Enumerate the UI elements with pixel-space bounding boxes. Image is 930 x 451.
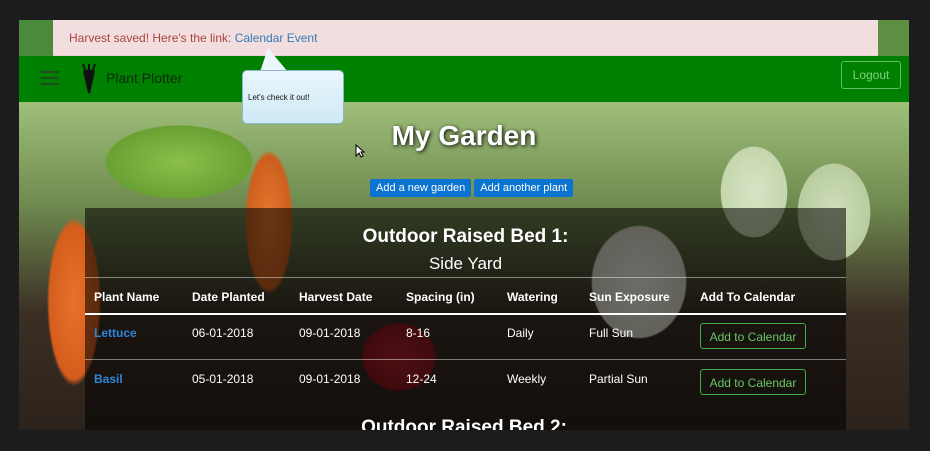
garden-name-2: Outdoor Raised Bed 2:	[361, 417, 567, 430]
table-top-divider	[85, 277, 846, 278]
mouse-cursor-icon	[355, 144, 365, 158]
col-header-plant-name: Plant Name	[94, 290, 160, 304]
alert-message: Harvest saved! Here's the link: Calendar…	[69, 31, 317, 45]
alert-edge-right	[878, 20, 909, 56]
cell-date-planted: 05-01-2018	[192, 372, 254, 386]
col-header-date-planted: Date Planted	[192, 290, 265, 304]
app-brand[interactable]: Plant Plotter	[106, 70, 182, 86]
garden-card: Outdoor Raised Bed 1: Side Yard Plant Na…	[85, 208, 846, 430]
cell-spacing: 8-16	[406, 326, 431, 340]
alert-message-text: Harvest saved! Here's the link:	[69, 31, 235, 45]
calendar-event-link[interactable]: Calendar Event	[235, 31, 318, 45]
logout-button[interactable]: Logout	[841, 61, 901, 89]
garden-actions: Add a new garden Add another plant	[370, 176, 576, 197]
page-title: My Garden	[391, 120, 537, 151]
cell-harvest-date: 09-01-2018	[299, 372, 361, 386]
cell-spacing: 12-24	[406, 372, 437, 386]
col-header-add-to-calendar: Add To Calendar	[700, 290, 796, 304]
plant-link-lettuce[interactable]: Lettuce	[94, 326, 137, 340]
garden-name: Outdoor Raised Bed 1:	[362, 226, 569, 247]
cell-sun-exposure: Partial Sun	[589, 372, 648, 386]
col-header-harvest-date: Harvest Date	[299, 290, 373, 304]
add-to-calendar-button[interactable]: Add to Calendar	[700, 323, 806, 349]
carrot-logo-icon	[82, 64, 96, 94]
table-header-divider	[85, 313, 846, 315]
row-divider	[85, 359, 846, 360]
add-garden-button[interactable]: Add a new garden	[370, 179, 472, 197]
alert-edge-left	[19, 20, 53, 56]
cell-date-planted: 06-01-2018	[192, 326, 254, 340]
navbar: Plant Plotter Logout	[19, 56, 909, 102]
col-header-watering: Watering	[507, 290, 558, 304]
plant-link-basil[interactable]: Basil	[94, 372, 123, 386]
cell-watering: Weekly	[507, 372, 547, 386]
success-alert: Harvest saved! Here's the link: Calendar…	[19, 20, 909, 56]
tutorial-tooltip: Let's check it out!	[242, 70, 344, 124]
add-plant-button[interactable]: Add another plant	[474, 179, 574, 197]
menu-icon[interactable]	[41, 71, 59, 85]
tooltip-tail	[260, 48, 288, 72]
add-to-calendar-button[interactable]: Add to Calendar	[700, 369, 806, 395]
garden-location: Side Yard	[428, 254, 503, 273]
cell-harvest-date: 09-01-2018	[299, 326, 361, 340]
cell-watering: Daily	[507, 326, 534, 340]
col-header-spacing: Spacing (in)	[406, 290, 475, 304]
col-header-sun-exposure: Sun Exposure	[589, 290, 670, 304]
cell-sun-exposure: Full Sun	[589, 326, 634, 340]
browser-viewport: Harvest saved! Here's the link: Calendar…	[19, 20, 909, 430]
